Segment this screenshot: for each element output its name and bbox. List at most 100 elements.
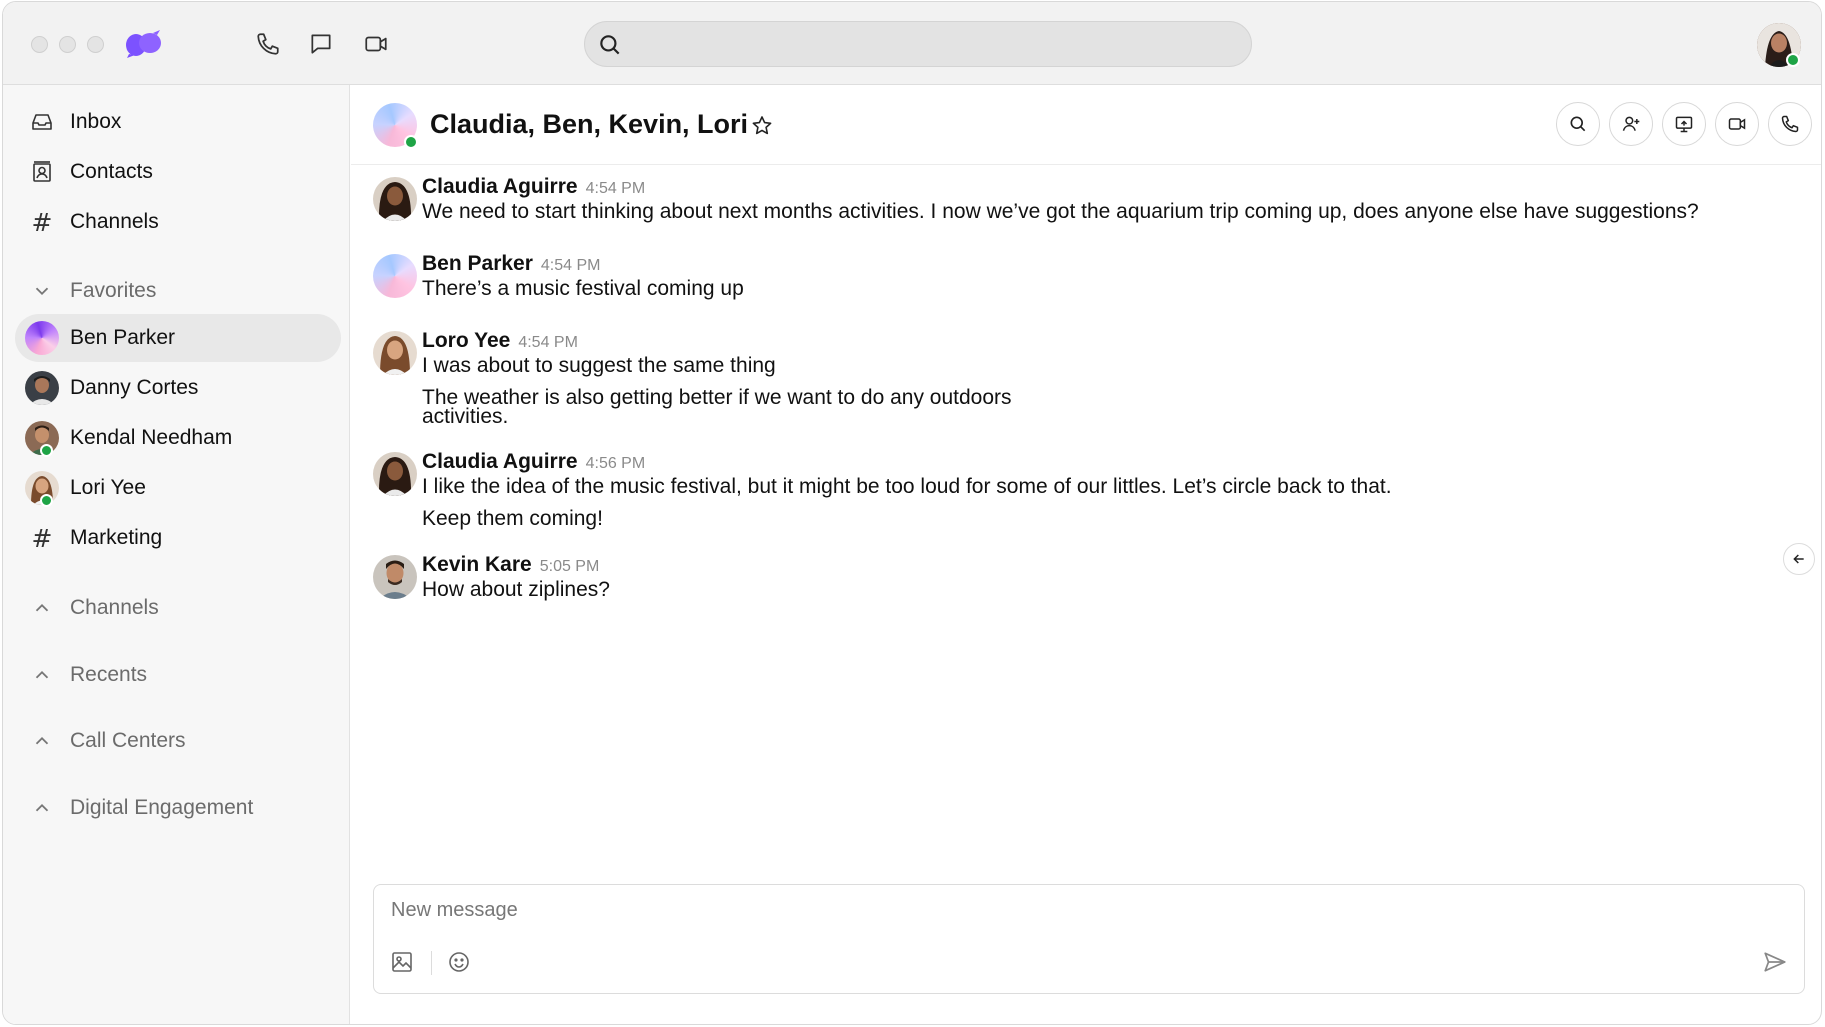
message-text: The weather is also getting better if we…	[422, 386, 1012, 428]
avatar	[373, 254, 417, 298]
message: Ben Parker 4:54 PM There’s a music festiv…	[373, 252, 1793, 312]
sidebar-item-inbox[interactable]: Inbox	[15, 98, 341, 146]
section-label: Digital Engagement	[70, 796, 254, 819]
section-digital-engagement[interactable]: Digital Engagement	[15, 788, 341, 828]
avatar	[373, 555, 417, 599]
sidebar-item-label: Marketing	[70, 526, 163, 549]
hash-icon: #	[31, 207, 53, 237]
phone-icon	[1781, 115, 1799, 133]
message-input[interactable]	[391, 895, 1771, 925]
search-icon	[600, 35, 620, 55]
message-composer	[373, 884, 1805, 994]
message-text: I like the idea of the music festival, b…	[422, 475, 1392, 498]
sidebar-item-label: Kendal Needham	[70, 426, 233, 449]
message: Claudia Aguirre 4:56 PM I like the idea o…	[373, 450, 1793, 540]
section-call-centers[interactable]: Call Centers	[15, 721, 341, 761]
sidebar-item-label: Danny Cortes	[70, 376, 199, 399]
conversation-pane: Claudia, Ben, Kevin, Lori Claudia Aguirr…	[351, 85, 1821, 1024]
search-icon	[1570, 116, 1586, 132]
contacts-icon	[29, 159, 55, 185]
sidebar-item-marketing[interactable]: # Marketing	[15, 514, 341, 562]
video-camera-icon	[1728, 118, 1746, 130]
window-zoom-button[interactable]	[87, 36, 104, 53]
section-label: Recents	[70, 663, 148, 686]
phone-icon[interactable]	[252, 28, 284, 60]
sidebar-item-kendal-needham[interactable]: Kendal Needham	[15, 414, 341, 462]
chat-bubble-icon[interactable]	[305, 28, 337, 60]
message-text: How about ziplines?	[422, 578, 610, 601]
section-label: Call Centers	[70, 729, 186, 752]
add-person-icon	[1622, 116, 1640, 131]
chevron-up-icon	[35, 736, 49, 745]
section-channels[interactable]: Channels	[15, 588, 341, 628]
conversation-header: Claudia, Ben, Kevin, Lori	[351, 85, 1821, 165]
author-name: Kevin Kare	[422, 553, 532, 576]
voice-call-button[interactable]	[1768, 102, 1812, 146]
author-name: Ben Parker	[422, 252, 533, 275]
message-time: 5:05 PM	[539, 558, 600, 575]
message-time: 4:54 PM	[585, 180, 646, 197]
section-favorites[interactable]: Favorites	[15, 271, 341, 311]
window-minimize-button[interactable]	[59, 36, 76, 53]
hash-icon: #	[31, 523, 53, 553]
message-time: 4:54 PM	[540, 257, 601, 274]
presence-indicator	[40, 444, 53, 457]
add-person-button[interactable]	[1609, 102, 1653, 146]
window-close-button[interactable]	[31, 36, 48, 53]
chevron-up-icon	[35, 803, 49, 812]
sidebar-item-danny-cortes[interactable]: Danny Cortes	[15, 364, 341, 412]
video-call-button[interactable]	[1715, 102, 1759, 146]
image-icon[interactable]	[389, 949, 415, 975]
sidebar-item-label: Ben Parker	[70, 326, 176, 349]
expand-details-button[interactable]	[1783, 543, 1815, 575]
dialpad-logo-icon[interactable]	[123, 30, 163, 58]
search-bar[interactable]	[584, 21, 1252, 67]
app-window: Inbox Contacts # Channels Favorites Ben …	[2, 1, 1822, 1025]
message-text: We need to start thinking about next mon…	[422, 200, 1699, 223]
message-text: There’s a music festival coming up	[422, 277, 744, 300]
section-label: Favorites	[70, 279, 157, 302]
message-author: Kevin Kare 5:05 PM	[422, 553, 599, 577]
author-name: Claudia Aguirre	[422, 175, 578, 198]
sidebar: Inbox Contacts # Channels Favorites Ben …	[3, 85, 350, 1024]
avatar	[25, 321, 59, 355]
section-recents[interactable]: Recents	[15, 655, 341, 695]
presence-indicator	[40, 494, 53, 507]
message-author: Claudia Aguirre 4:56 PM	[422, 450, 645, 474]
emoji-icon[interactable]	[446, 949, 472, 975]
title-bar	[3, 2, 1821, 85]
message-author: Loro Yee 4:54 PM	[422, 329, 578, 353]
search-input[interactable]	[633, 22, 1233, 66]
message-author: Ben Parker 4:54 PM	[422, 252, 601, 276]
arrow-left-icon	[1793, 554, 1804, 564]
author-name: Claudia Aguirre	[422, 450, 578, 473]
sidebar-item-channels[interactable]: # Channels	[15, 198, 341, 246]
sidebar-item-label: Lori Yee	[70, 476, 146, 499]
chevron-up-icon	[35, 670, 49, 679]
avatar	[373, 177, 417, 221]
message: Kevin Kare 5:05 PM How about ziplines?	[373, 553, 1793, 613]
search-conversation-button[interactable]	[1556, 102, 1600, 146]
video-camera-icon[interactable]	[360, 28, 392, 60]
message-author: Claudia Aguirre 4:54 PM	[422, 175, 645, 199]
screen-share-button[interactable]	[1662, 102, 1706, 146]
user-presence-indicator	[1786, 53, 1800, 67]
message-time: 4:56 PM	[585, 455, 646, 472]
chevron-up-icon	[35, 603, 49, 612]
section-label: Channels	[70, 596, 159, 619]
sidebar-item-label: Channels	[70, 210, 159, 233]
sidebar-item-ben-parker[interactable]: Ben Parker	[15, 314, 341, 362]
message-text: Keep them coming!	[422, 507, 603, 530]
author-name: Loro Yee	[422, 329, 511, 352]
sidebar-item-contacts[interactable]: Contacts	[15, 148, 341, 196]
message: Loro Yee 4:54 PM I was about to suggest t…	[373, 329, 1793, 429]
screen-share-icon	[1675, 116, 1693, 133]
message-time: 4:54 PM	[518, 334, 578, 351]
avatar	[373, 331, 417, 375]
star-icon[interactable]	[750, 114, 774, 138]
avatar	[25, 371, 59, 405]
message-list: Claudia Aguirre 4:54 PM We need to start …	[351, 166, 1821, 946]
inbox-icon	[29, 109, 55, 135]
sidebar-item-lori-yee[interactable]: Lori Yee	[15, 464, 341, 512]
send-icon[interactable]	[1762, 949, 1788, 975]
